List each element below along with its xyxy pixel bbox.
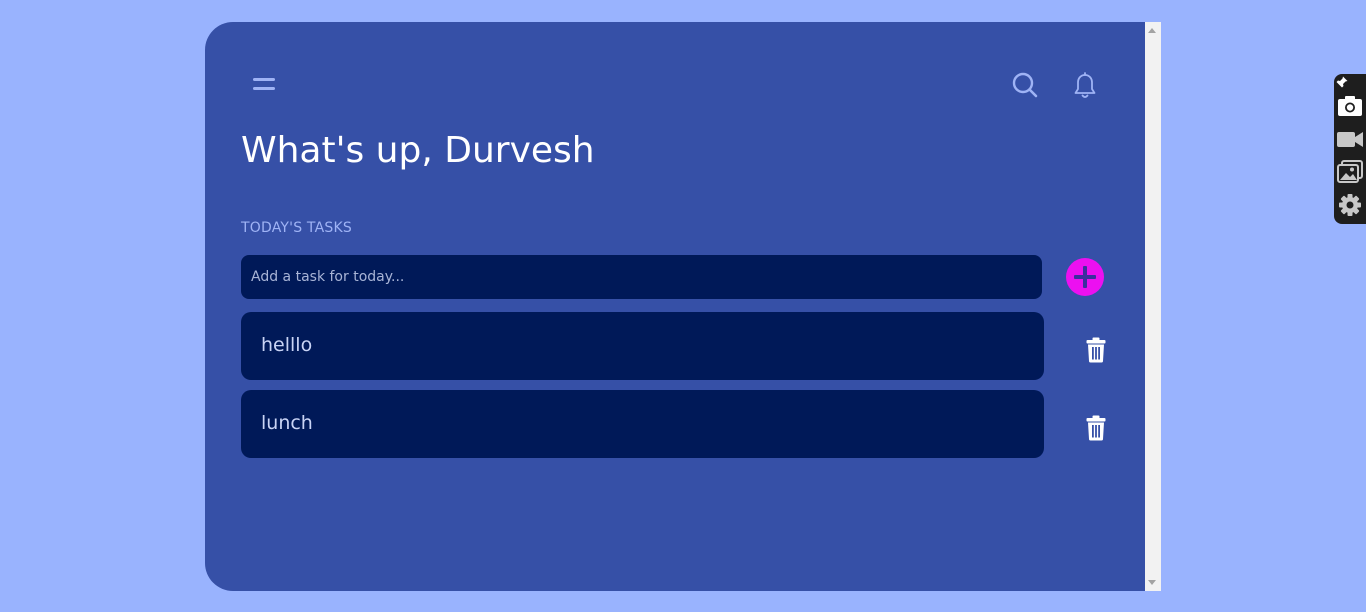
bell-icon[interactable] — [1073, 72, 1097, 100]
search-icon[interactable] — [1011, 71, 1039, 99]
scroll-up-icon[interactable] — [1148, 28, 1156, 33]
add-task-button[interactable] — [1066, 258, 1104, 296]
task-item[interactable]: helllo — [241, 312, 1044, 380]
section-label: TODAY'S TASKS — [241, 220, 352, 236]
scrollbar[interactable] — [1145, 22, 1161, 591]
gallery-icon[interactable] — [1337, 160, 1363, 184]
settings-icon[interactable] — [1337, 193, 1363, 217]
task-item[interactable]: lunch — [241, 390, 1044, 458]
plus-icon — [1083, 266, 1087, 288]
page-title: What's up, Durvesh — [241, 130, 595, 171]
video-icon[interactable] — [1337, 127, 1363, 151]
trash-icon[interactable] — [1086, 415, 1106, 441]
task-text: lunch — [261, 412, 313, 434]
pin-icon[interactable] — [1336, 76, 1348, 88]
trash-icon[interactable] — [1086, 337, 1106, 363]
camera-icon[interactable] — [1337, 94, 1363, 118]
menu-line — [253, 87, 275, 90]
menu-icon[interactable] — [253, 76, 275, 94]
menu-line — [253, 78, 275, 81]
add-task-input[interactable] — [241, 255, 1042, 299]
app-panel: What's up, Durvesh TODAY'S TASKS helllo … — [205, 22, 1145, 591]
task-text: helllo — [261, 334, 313, 356]
scroll-down-icon[interactable] — [1148, 580, 1156, 585]
